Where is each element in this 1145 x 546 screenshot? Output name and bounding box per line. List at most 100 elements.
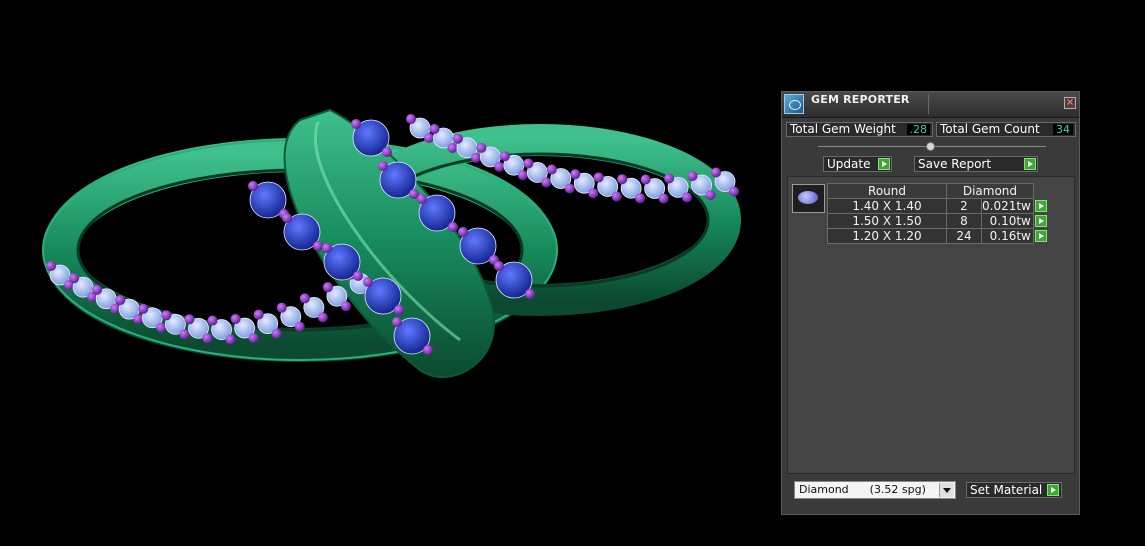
gem-reporter-panel: GEM REPORTER × Total Gem Weight .28 Tota… — [781, 91, 1080, 515]
green-arrow-icon[interactable] — [1034, 214, 1047, 227]
prong — [282, 213, 292, 223]
prong — [729, 186, 739, 197]
prong — [225, 334, 236, 345]
prong — [253, 309, 264, 320]
prong — [447, 142, 458, 153]
total-gem-weight-label: Total Gem Weight — [790, 122, 896, 136]
set-material-label: Set Material — [970, 483, 1043, 497]
prong — [299, 293, 310, 304]
prong — [110, 303, 121, 314]
prong — [617, 174, 628, 185]
prong — [378, 161, 388, 171]
total-gem-count: Total Gem Count 34 — [936, 122, 1076, 137]
prong — [640, 174, 651, 185]
prong — [494, 261, 504, 271]
prong — [69, 273, 80, 284]
prong — [115, 295, 126, 306]
prong — [635, 193, 646, 204]
green-arrow-icon[interactable] — [1034, 199, 1047, 212]
gem-count: 24 — [946, 228, 982, 244]
prong — [230, 313, 241, 324]
prong — [353, 271, 363, 281]
gem-report-area: Round Diamond 1.40 X 1.40 2 0.021tw 1.50… — [787, 176, 1075, 474]
prong — [207, 315, 218, 326]
title-bar[interactable]: GEM REPORTER × — [782, 92, 1079, 118]
prong — [423, 345, 433, 355]
prong — [406, 114, 416, 124]
update-button[interactable]: Update — [823, 156, 892, 172]
gem-size: 1.20 X 1.20 — [827, 228, 947, 244]
prong — [294, 321, 305, 332]
close-icon[interactable]: × — [1064, 97, 1076, 109]
save-report-button[interactable]: Save Report — [914, 156, 1038, 172]
prong — [202, 333, 213, 344]
prong — [179, 329, 190, 340]
prong — [184, 314, 195, 325]
title-divider — [928, 94, 929, 114]
table-row: 1.50 X 1.50 8 0.10tw — [827, 213, 1049, 229]
prong — [523, 158, 534, 169]
prong — [424, 133, 434, 143]
prong — [458, 227, 468, 237]
prong — [517, 170, 528, 181]
table-row: 1.20 X 1.20 24 0.16tw — [827, 228, 1049, 244]
prong — [429, 123, 440, 134]
prong — [382, 147, 392, 157]
prong — [248, 332, 259, 343]
save-report-label: Save Report — [918, 157, 992, 171]
material-selected-value: Diamond (3.52 spg) — [799, 483, 926, 496]
prong — [276, 302, 287, 313]
gem-count: 2 — [946, 198, 982, 214]
gem-weight: 0.021tw — [981, 198, 1034, 214]
table-header-row: Round Diamond — [827, 183, 1049, 199]
total-gem-count-value: 34 — [1053, 124, 1073, 135]
prong — [448, 222, 458, 232]
prong — [417, 194, 427, 204]
chevron-down-icon[interactable] — [939, 483, 954, 497]
set-material-button[interactable]: Set Material — [966, 482, 1062, 498]
prong — [271, 328, 282, 339]
prong — [588, 188, 599, 199]
prong — [452, 133, 463, 144]
prong — [525, 289, 535, 299]
prong — [658, 193, 669, 204]
prong — [682, 192, 693, 203]
green-arrow-icon[interactable] — [1024, 158, 1036, 170]
prong — [248, 181, 258, 191]
total-gem-weight: Total Gem Weight .28 — [786, 122, 933, 137]
prong — [156, 322, 167, 333]
prong — [687, 170, 698, 181]
prong — [570, 169, 581, 180]
green-arrow-icon[interactable] — [1047, 484, 1059, 496]
prong — [46, 261, 56, 271]
gem-reporter-app-icon — [784, 94, 804, 114]
prong — [546, 164, 557, 175]
prong — [470, 152, 481, 163]
prong — [499, 151, 510, 162]
prong — [711, 167, 721, 178]
prong — [313, 241, 323, 251]
table-row: 1.40 X 1.40 2 0.021tw — [827, 198, 1049, 214]
material-select[interactable]: Diamond (3.52 spg) — [794, 481, 956, 499]
3d-viewport[interactable] — [0, 0, 760, 546]
total-gem-count-label: Total Gem Count — [940, 122, 1040, 136]
prong — [351, 119, 361, 129]
gem-size: 1.50 X 1.50 — [827, 213, 947, 229]
prong — [593, 172, 604, 183]
panel-title: GEM REPORTER — [811, 93, 910, 106]
round-gem-icon — [792, 184, 825, 213]
prong — [340, 301, 351, 312]
prong — [161, 310, 172, 321]
header-shape: Round — [827, 183, 947, 199]
prong — [476, 142, 487, 153]
prong — [138, 303, 149, 314]
gem-table: Round Diamond 1.40 X 1.40 2 0.021tw 1.50… — [827, 183, 1049, 244]
green-arrow-icon[interactable] — [1034, 229, 1047, 242]
slider-handle[interactable] — [926, 142, 935, 151]
prong — [664, 173, 675, 184]
prong — [133, 314, 144, 325]
prong — [392, 317, 402, 327]
green-arrow-icon[interactable] — [878, 158, 890, 170]
gem-weight: 0.16tw — [981, 228, 1034, 244]
total-gem-weight-value: .28 — [906, 124, 930, 135]
